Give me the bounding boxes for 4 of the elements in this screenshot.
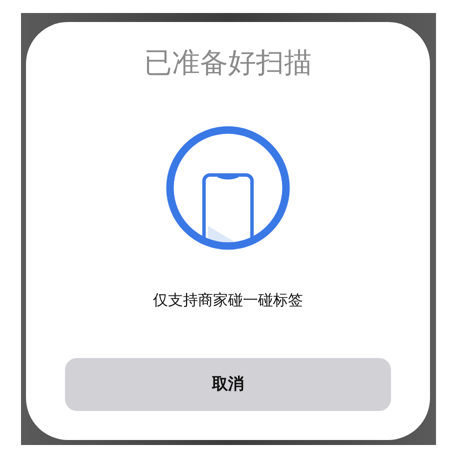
message-text: 仅支持商家碰一碰标签 [153,290,303,310]
cancel-button[interactable]: 取消 [65,358,391,411]
phone-scan-icon [166,126,290,250]
dialog-title: 已准备好扫描 [144,46,312,80]
